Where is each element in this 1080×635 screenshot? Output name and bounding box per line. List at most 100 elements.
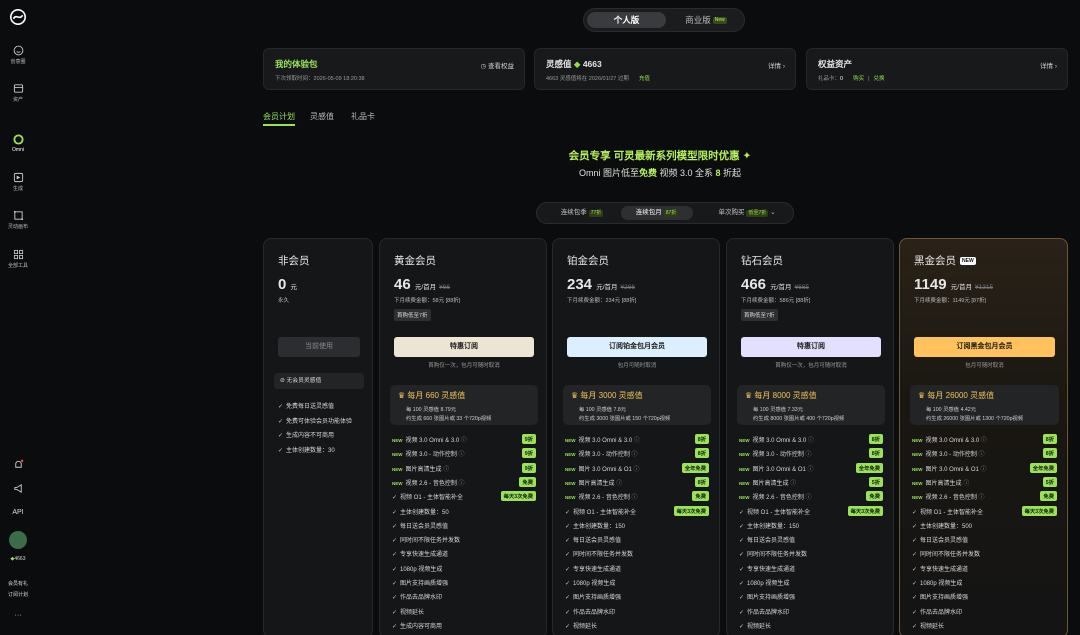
new-label: NEW [739, 480, 750, 486]
feature-item: NEW 视频 3.0 Omni & 3.0 ⓘ [912, 435, 987, 444]
discount-badge: 全年免费 [1029, 462, 1057, 473]
feature-item: ✓ 专享快速生成通道 [392, 549, 448, 558]
feature-text: 图片支持画质增强 [920, 595, 969, 602]
gift-link[interactable]: 会员有礼 [0, 580, 36, 587]
info-icon: ⓘ [458, 480, 465, 487]
billing-quarterly[interactable]: 连续包季 77折 [547, 206, 617, 220]
feature-text: 图片高清生成 [405, 466, 442, 473]
new-label: NEW [739, 438, 750, 443]
check-icon: ✓ [739, 595, 745, 602]
billing-single[interactable]: 单次购买 低至7折 ⌄ [705, 206, 789, 220]
info-icon: ⓘ [633, 438, 640, 444]
feature-text: 图片支持画质增强 [573, 595, 622, 602]
discount-badge: 全年免费 [681, 462, 709, 473]
check-icon: ✓ [912, 623, 918, 630]
sidebar-item-omni[interactable]: Omni [0, 134, 36, 153]
plan-name: 非会员 [278, 255, 310, 267]
plan-original-price: ¥66 [439, 284, 451, 291]
tab-membership[interactable]: 会员计划 [263, 111, 295, 122]
subscribe-button[interactable]: 特惠订阅 [741, 337, 881, 357]
sidebar-item-generate[interactable]: 生成 [0, 172, 36, 192]
check-icon: ✓ [392, 581, 398, 587]
feature-text: 每日送会员灵感值 [400, 523, 449, 530]
plan-price: 0 元 [278, 276, 297, 293]
feature-text: 视频 2.6 - 音色控制 [578, 495, 630, 502]
monthly-credits: ♛ 每月 3000 灵感值 [571, 390, 643, 401]
trial-sub-label: 下次领取时间： [275, 76, 314, 82]
feature-text: 每日送会员灵感值 [920, 538, 969, 545]
subscribe-note: 首购仅一次，包月可随时取消 [428, 363, 500, 369]
tab-credits[interactable]: 灵感值 [310, 111, 334, 122]
api-link[interactable]: API [0, 509, 36, 516]
feature-text: 作品去品牌水印 [400, 595, 443, 602]
feature-text: 图片高清生成 [578, 480, 615, 487]
check-icon: ✓ [912, 523, 918, 530]
feature-text: 视频 O1 - 主体智能补全 [400, 495, 464, 502]
subscribe-button[interactable]: 特惠订阅 [394, 337, 534, 357]
plan-name-label: 钻石会员 [741, 255, 783, 267]
feature-item: ✓ 视频 O1 - 主体智能补全 [392, 492, 463, 501]
feature-text: 图片高清生成 [752, 480, 789, 487]
feature-text: 作品去品牌水印 [747, 609, 790, 616]
credits-estimate: 约生成 26000 张图片或 1300 个720p视频 [926, 416, 1024, 422]
plan-price-value: 1149 [914, 276, 947, 293]
plan-price-value: 0 [278, 276, 287, 293]
info-icon: ⓘ [978, 495, 985, 502]
recharge-link[interactable]: 充值 [639, 76, 650, 82]
billing-monthly[interactable]: 连续包月 87折 [621, 206, 693, 220]
subscribe-button[interactable]: 订阅铂金包月会员 [567, 337, 707, 357]
check-icon: ✓ [912, 595, 918, 602]
megaphone-icon[interactable] [13, 483, 24, 494]
gift-value: 0 [840, 76, 844, 82]
kling-logo-icon[interactable] [9, 8, 27, 26]
feature-text: 图片 3.0 Omni & O1 [925, 466, 979, 473]
clock-icon: ◷ [480, 63, 488, 70]
tab-personal[interactable]: 个人版 [587, 12, 666, 28]
feature-item: ✓ 视频 O1 - 主体智能补全 [739, 507, 810, 516]
plan-name-label: 铂金会员 [567, 255, 609, 267]
tab-giftcard[interactable]: 礼品卡 [351, 111, 375, 122]
sidebar-item-tools[interactable]: 全部工具 [0, 249, 36, 269]
view-rights-link[interactable]: ◷ 查看权益 [481, 60, 514, 70]
trial-sub-value: 2026-05-09 18:20:38 [313, 76, 365, 82]
chevron-down-icon: ⌄ [770, 209, 776, 216]
monthly-credits: ♛ 每月 660 灵感值 [398, 390, 465, 401]
discount-badge: 8折 [694, 448, 709, 459]
promo-line1: 会员专享 可灵最新系列模型限时优惠 [568, 150, 740, 162]
credits-box: ♛ 每月 3000 灵感值每 100 灵感值 7.8元 约生成 3000 张图片或… [563, 385, 711, 425]
feature-item: ✓ 1080p 视频生成 [912, 578, 962, 587]
buy-link[interactable]: 购买 [853, 76, 864, 82]
new-label: NEW [392, 466, 403, 472]
feature-text: 视频 O1 - 主体智能补全 [920, 509, 984, 516]
sidebar-item-community[interactable]: 创意圈 [0, 45, 36, 65]
feature-text: 专享快速生成通道 [920, 566, 969, 573]
subscription-link[interactable]: 订阅计划 [0, 591, 36, 598]
feature-text: 生成内容不可商用 [286, 433, 335, 439]
feature-item: ✓ 同时间不限任务并发数 [739, 549, 807, 558]
crown-icon: ♛ [745, 391, 755, 400]
bell-icon[interactable] [13, 459, 24, 470]
redeem-link[interactable]: 兑换 [874, 76, 885, 82]
new-label: NEW [739, 495, 750, 501]
subscribe-button[interactable]: 订阅黑金包月会员 [914, 337, 1055, 357]
current-plan-button[interactable]: 当前使用 [278, 337, 360, 357]
info-icon: ⓘ [631, 495, 638, 502]
feature-item: NEW 图片高清生成 ⓘ [392, 464, 449, 473]
check-icon: ✓ [392, 509, 398, 516]
sidebar-item-assets[interactable]: 资产 [0, 83, 36, 103]
feature-item: ✓ 主体创建数量：150 [565, 521, 625, 530]
promo-line2-e: 折起 [723, 168, 742, 178]
rights-detail-link[interactable]: 详情 › [1040, 60, 1057, 70]
info-icon: ⓘ [458, 452, 465, 459]
more-icon[interactable]: ··· [0, 612, 36, 619]
feature-text: 视频 3.0 - 动作控制 [578, 452, 630, 459]
credits-detail-link[interactable]: 详情 › [768, 60, 785, 70]
check-icon: ✓ [278, 447, 284, 454]
check-icon: ✓ [392, 552, 398, 559]
feature-text: 视频 O1 - 主体智能补全 [573, 509, 637, 516]
info-icon: ⓘ [807, 466, 814, 473]
tab-business[interactable]: 商业版 New [670, 12, 742, 28]
check-icon: ✓ [739, 509, 745, 516]
avatar[interactable] [9, 531, 27, 549]
sidebar-item-canvas[interactable]: 灵动画布 [0, 210, 36, 230]
